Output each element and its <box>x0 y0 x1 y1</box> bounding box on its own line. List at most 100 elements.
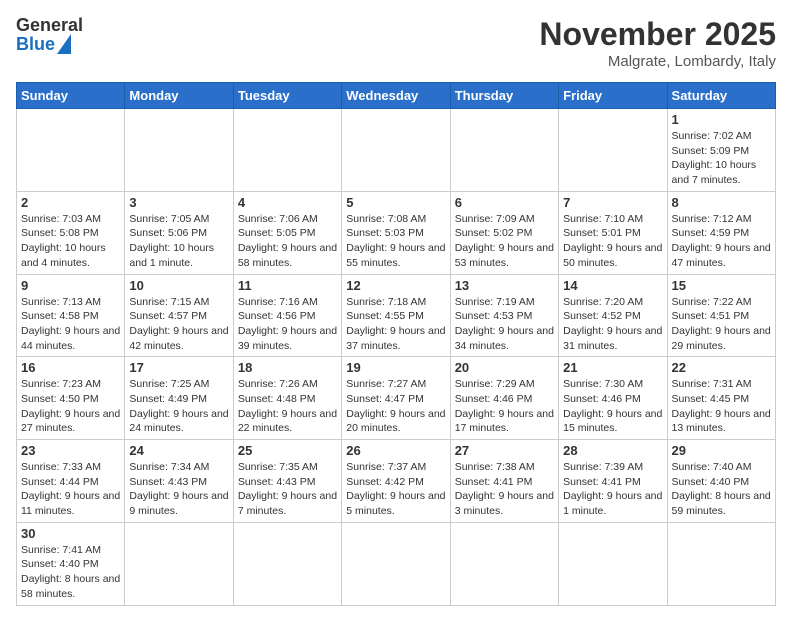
day-number: 25 <box>238 443 337 458</box>
day-number: 17 <box>129 360 228 375</box>
weekday-header-saturday: Saturday <box>667 83 775 109</box>
calendar-cell <box>233 522 341 605</box>
header: General Blue November 2025 Malgrate, Lom… <box>16 16 776 70</box>
logo: General Blue <box>16 16 83 54</box>
day-number: 28 <box>563 443 662 458</box>
calendar-table: SundayMondayTuesdayWednesdayThursdayFrid… <box>16 82 776 606</box>
day-number: 3 <box>129 195 228 210</box>
calendar-cell: 13 Sunrise: 7:19 AMSunset: 4:53 PMDayligh… <box>450 274 558 357</box>
day-number: 16 <box>21 360 120 375</box>
day-number: 4 <box>238 195 337 210</box>
calendar-cell <box>125 109 233 192</box>
title-area: November 2025 Malgrate, Lombardy, Italy <box>539 16 776 70</box>
day-info: Sunrise: 7:29 AMSunset: 4:46 PMDaylight:… <box>455 377 554 436</box>
calendar-cell: 6 Sunrise: 7:09 AMSunset: 5:02 PMDaylight… <box>450 191 558 274</box>
day-info: Sunrise: 7:25 AMSunset: 4:49 PMDaylight:… <box>129 377 228 436</box>
day-number: 5 <box>346 195 445 210</box>
day-number: 29 <box>672 443 771 458</box>
calendar-cell: 14Sunrise: 7:20 AMSunset: 4:52 PMDayligh… <box>559 274 667 357</box>
calendar-cell <box>450 109 558 192</box>
calendar-cell: 12Sunrise: 7:18 AMSunset: 4:55 PMDayligh… <box>342 274 450 357</box>
day-info: Sunrise: 7:31 AMSunset: 4:45 PMDaylight:… <box>672 377 771 436</box>
month-year-title: November 2025 <box>539 16 776 53</box>
day-number: 27 <box>455 443 554 458</box>
location-subtitle: Malgrate, Lombardy, Italy <box>539 53 776 70</box>
week-row-3: 9Sunrise: 7:13 AMSunset: 4:58 PMDaylight… <box>17 274 776 357</box>
day-number: 13 <box>455 278 554 293</box>
day-info: Sunrise: 7:12 AMSunset: 4:59 PMDaylight:… <box>672 212 771 271</box>
day-info: Sunrise: 7:09 AMSunset: 5:02 PMDaylight:… <box>455 212 554 271</box>
day-number: 24 <box>129 443 228 458</box>
day-info: Sunrise: 7:39 AMSunset: 4:41 PMDaylight:… <box>563 460 662 519</box>
calendar-cell: 15Sunrise: 7:22 AMSunset: 4:51 PMDayligh… <box>667 274 775 357</box>
weekday-header-monday: Monday <box>125 83 233 109</box>
calendar-cell: 18 Sunrise: 7:26 AMSunset: 4:48 PMDayligh… <box>233 357 341 440</box>
day-info: Sunrise: 7:37 AMSunset: 4:42 PMDaylight:… <box>346 460 445 519</box>
calendar-cell: 27 Sunrise: 7:38 AMSunset: 4:41 PMDayligh… <box>450 440 558 523</box>
day-info: Sunrise: 7:41 AMSunset: 4:40 PMDaylight:… <box>21 543 120 602</box>
day-info: Sunrise: 7:06 AMSunset: 5:05 PMDaylight:… <box>238 212 337 271</box>
calendar-cell: 4 Sunrise: 7:06 AMSunset: 5:05 PMDaylight… <box>233 191 341 274</box>
day-info: Sunrise: 7:02 AMSunset: 5:09 PMDaylight:… <box>672 129 771 188</box>
weekday-header-tuesday: Tuesday <box>233 83 341 109</box>
day-info: Sunrise: 7:35 AMSunset: 4:43 PMDaylight:… <box>238 460 337 519</box>
day-number: 11 <box>238 278 337 293</box>
calendar-cell: 20 Sunrise: 7:29 AMSunset: 4:46 PMDayligh… <box>450 357 558 440</box>
week-row-6: 30 Sunrise: 7:41 AMSunset: 4:40 PMDayligh… <box>17 522 776 605</box>
day-number: 15 <box>672 278 771 293</box>
day-info: Sunrise: 7:33 AMSunset: 4:44 PMDaylight:… <box>21 460 120 519</box>
day-info: Sunrise: 7:03 AMSunset: 5:08 PMDaylight:… <box>21 212 120 271</box>
day-number: 20 <box>455 360 554 375</box>
day-number: 9 <box>21 278 120 293</box>
day-number: 18 <box>238 360 337 375</box>
day-info: Sunrise: 7:19 AMSunset: 4:53 PMDaylight:… <box>455 295 554 354</box>
calendar-cell: 16 Sunrise: 7:23 AMSunset: 4:50 PMDayligh… <box>17 357 125 440</box>
calendar-cell <box>342 522 450 605</box>
day-number: 26 <box>346 443 445 458</box>
calendar-cell: 11 Sunrise: 7:16 AMSunset: 4:56 PMDayligh… <box>233 274 341 357</box>
calendar-cell: 9Sunrise: 7:13 AMSunset: 4:58 PMDaylight… <box>17 274 125 357</box>
calendar-cell <box>17 109 125 192</box>
weekday-header-row: SundayMondayTuesdayWednesdayThursdayFrid… <box>17 83 776 109</box>
calendar-cell <box>559 522 667 605</box>
day-info: Sunrise: 7:18 AMSunset: 4:55 PMDaylight:… <box>346 295 445 354</box>
calendar-cell: 30 Sunrise: 7:41 AMSunset: 4:40 PMDayligh… <box>17 522 125 605</box>
weekday-header-sunday: Sunday <box>17 83 125 109</box>
day-info: Sunrise: 7:40 AMSunset: 4:40 PMDaylight:… <box>672 460 771 519</box>
day-info: Sunrise: 7:38 AMSunset: 4:41 PMDaylight:… <box>455 460 554 519</box>
calendar-cell: 24 Sunrise: 7:34 AMSunset: 4:43 PMDayligh… <box>125 440 233 523</box>
day-number: 22 <box>672 360 771 375</box>
day-info: Sunrise: 7:27 AMSunset: 4:47 PMDaylight:… <box>346 377 445 436</box>
logo-triangle-icon <box>57 34 71 54</box>
calendar-cell: 19 Sunrise: 7:27 AMSunset: 4:47 PMDayligh… <box>342 357 450 440</box>
day-info: Sunrise: 7:08 AMSunset: 5:03 PMDaylight:… <box>346 212 445 271</box>
day-info: Sunrise: 7:16 AMSunset: 4:56 PMDaylight:… <box>238 295 337 354</box>
logo-general-text: General <box>16 16 83 34</box>
calendar-cell <box>233 109 341 192</box>
day-number: 7 <box>563 195 662 210</box>
day-info: Sunrise: 7:30 AMSunset: 4:46 PMDaylight:… <box>563 377 662 436</box>
calendar-cell <box>450 522 558 605</box>
day-number: 8 <box>672 195 771 210</box>
day-info: Sunrise: 7:34 AMSunset: 4:43 PMDaylight:… <box>129 460 228 519</box>
calendar-cell: 22 Sunrise: 7:31 AMSunset: 4:45 PMDayligh… <box>667 357 775 440</box>
day-info: Sunrise: 7:10 AMSunset: 5:01 PMDaylight:… <box>563 212 662 271</box>
day-info: Sunrise: 7:20 AMSunset: 4:52 PMDaylight:… <box>563 295 662 354</box>
day-info: Sunrise: 7:05 AMSunset: 5:06 PMDaylight:… <box>129 212 228 271</box>
day-number: 6 <box>455 195 554 210</box>
week-row-2: 2 Sunrise: 7:03 AMSunset: 5:08 PMDaylight… <box>17 191 776 274</box>
day-number: 19 <box>346 360 445 375</box>
week-row-1: 1 Sunrise: 7:02 AMSunset: 5:09 PMDaylight… <box>17 109 776 192</box>
day-number: 2 <box>21 195 120 210</box>
day-info: Sunrise: 7:26 AMSunset: 4:48 PMDaylight:… <box>238 377 337 436</box>
calendar-cell: 8 Sunrise: 7:12 AMSunset: 4:59 PMDaylight… <box>667 191 775 274</box>
day-number: 1 <box>672 112 771 127</box>
calendar-cell <box>667 522 775 605</box>
day-number: 30 <box>21 526 120 541</box>
calendar-cell: 17 Sunrise: 7:25 AMSunset: 4:49 PMDayligh… <box>125 357 233 440</box>
calendar-cell: 29 Sunrise: 7:40 AMSunset: 4:40 PMDayligh… <box>667 440 775 523</box>
day-info: Sunrise: 7:23 AMSunset: 4:50 PMDaylight:… <box>21 377 120 436</box>
week-row-5: 23Sunrise: 7:33 AMSunset: 4:44 PMDayligh… <box>17 440 776 523</box>
calendar-cell <box>342 109 450 192</box>
day-info: Sunrise: 7:15 AMSunset: 4:57 PMDaylight:… <box>129 295 228 354</box>
